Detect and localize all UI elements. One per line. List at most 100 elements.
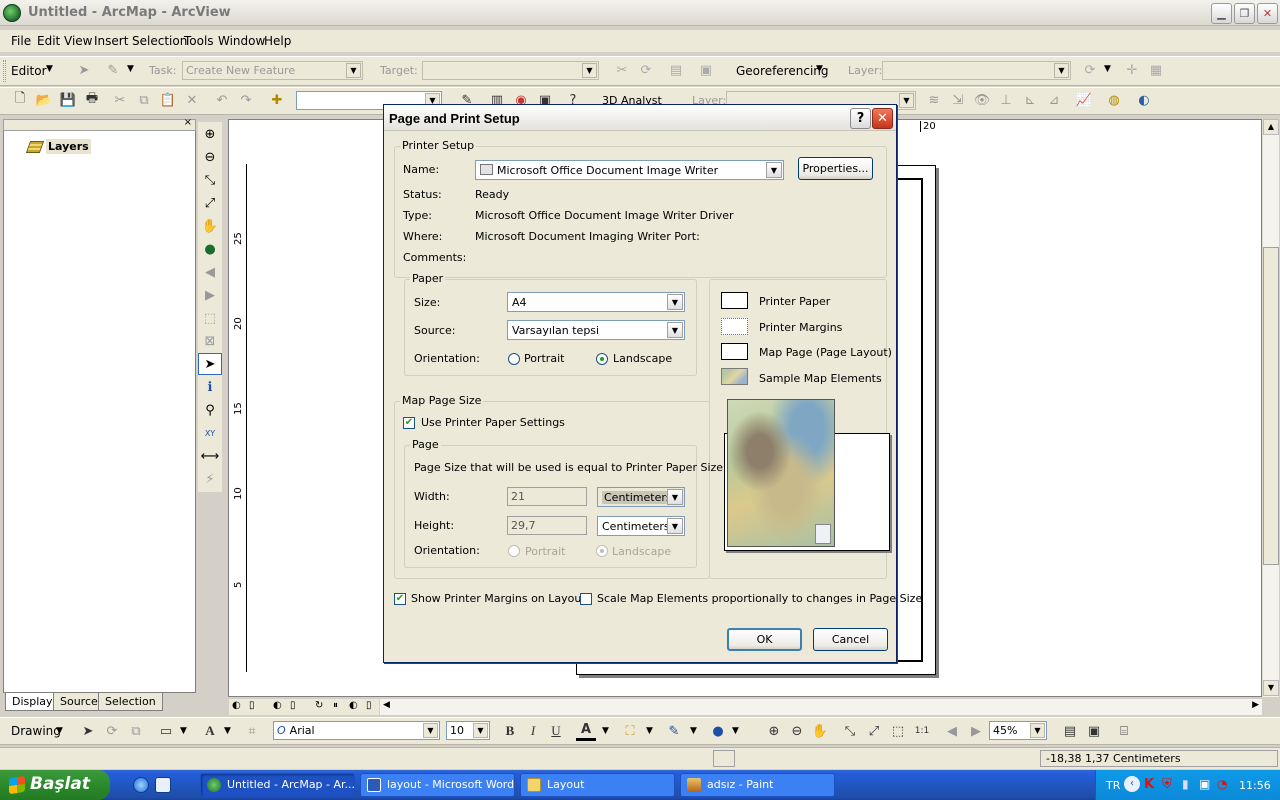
select-elements-arrow-icon[interactable]: ➤ — [198, 353, 222, 375]
portrait-label[interactable]: Portrait — [524, 352, 564, 365]
contour-icon[interactable]: ≋ — [924, 90, 944, 110]
printer-name-dropdown-icon[interactable]: ▼ — [766, 162, 782, 178]
zoom-out-icon[interactable]: ⊖ — [198, 146, 222, 168]
height-input[interactable]: 29,7 — [507, 516, 587, 535]
landscape-radio[interactable] — [596, 353, 608, 365]
show-margins-checkbox[interactable]: ✔ — [394, 593, 406, 605]
toc-close-icon[interactable]: × — [184, 117, 192, 128]
zoom-to-selected-icon[interactable]: ⧉ — [126, 721, 146, 741]
interpolate-point-icon[interactable]: ⊥ — [996, 90, 1016, 110]
rectangle-dropdown-icon[interactable]: ▼ — [180, 726, 187, 736]
sketch-tool-icon[interactable]: ✎ — [103, 60, 123, 80]
menu-window[interactable]: Window — [218, 34, 265, 48]
scroll-up-icon[interactable]: ▲ — [1263, 119, 1279, 135]
interpolate-polygon-icon[interactable]: ⊿ — [1044, 90, 1064, 110]
scale-elements-checkbox[interactable] — [580, 593, 592, 605]
arcglobe-icon[interactable]: ◐ — [1134, 90, 1154, 110]
fill-color-dropdown-icon[interactable]: ▼ — [646, 726, 653, 736]
page-landscape-radio[interactable] — [596, 545, 608, 557]
pause-drawing-icon[interactable]: ⏸ — [333, 700, 338, 711]
width-input[interactable]: 21 — [507, 487, 587, 506]
fixed-zoom-out-tool-icon[interactable]: ⤢ — [864, 721, 884, 741]
next-extent-icon[interactable]: ▶ — [966, 721, 986, 741]
menu-help[interactable]: Help — [264, 34, 291, 48]
menu-edit[interactable]: Edit — [37, 34, 60, 48]
menu-insert[interactable]: Insert — [94, 34, 128, 48]
layout-zoom-dropdown-icon[interactable]: ▼ — [1030, 723, 1045, 738]
scale-elements-label[interactable]: Scale Map Elements proportionally to cha… — [597, 592, 922, 605]
marker-color-icon[interactable]: ● — [708, 721, 728, 741]
height-units-combo[interactable]: Centimeters ▼ — [597, 516, 685, 536]
previous-extent-icon[interactable]: ◀ — [942, 721, 962, 741]
fill-color-icon[interactable]: ⛶ — [620, 721, 640, 741]
profile-graph-icon[interactable]: 📈 — [1074, 90, 1094, 110]
bold-icon[interactable]: B — [500, 721, 520, 741]
use-printer-settings-label[interactable]: Use Printer Paper Settings — [421, 416, 565, 429]
font-size-combo[interactable]: 10 ▼ — [446, 721, 490, 740]
change-layout-icon[interactable]: ⌸ — [1114, 721, 1134, 741]
interpolate-line-icon[interactable]: ⊾ — [1020, 90, 1040, 110]
underline-icon[interactable]: U — [546, 721, 566, 741]
page-toggle-icon[interactable]: ▯ — [366, 700, 372, 711]
landscape-label[interactable]: Landscape — [613, 352, 672, 365]
clear-selection-icon[interactable]: ⊠ — [198, 330, 222, 352]
text-tool-icon[interactable]: A — [200, 721, 220, 741]
data-view-icon[interactable]: ◐ — [232, 700, 241, 711]
open-folder-icon[interactable]: 📂 — [34, 90, 54, 110]
add-data-icon[interactable]: ✚ — [267, 90, 287, 110]
drawing-menu[interactable]: Drawing — [11, 724, 61, 738]
fixed-zoom-out-icon[interactable]: ⤢ — [198, 192, 222, 214]
font-color-icon[interactable]: A — [576, 721, 596, 741]
menu-selection[interactable]: Selection — [132, 34, 187, 48]
toc-layers-root[interactable]: Layers — [46, 139, 91, 154]
italic-icon[interactable]: I — [523, 721, 543, 741]
georef-layer-dropdown-icon[interactable]: ▼ — [1054, 63, 1069, 78]
portrait-radio[interactable] — [508, 353, 520, 365]
refresh-icon[interactable]: ↻ — [315, 700, 323, 711]
zoom-whole-page-tool-icon[interactable]: ⤡ — [840, 721, 860, 741]
dialog-close-button[interactable]: ✕ — [872, 108, 893, 129]
font-size-dropdown-icon[interactable]: ▼ — [473, 723, 488, 738]
pan-hand-icon[interactable]: ✋ — [198, 215, 222, 237]
maximize-button[interactable]: ❐ — [1234, 3, 1255, 24]
network-icon[interactable]: ▣ — [1199, 777, 1210, 791]
task-dropdown-icon[interactable]: ▼ — [346, 63, 361, 78]
rectangle-tool-icon[interactable]: ▭ — [156, 721, 176, 741]
go-to-xy-icon[interactable]: XY — [198, 422, 222, 444]
split-tool-icon[interactable]: ✂ — [612, 60, 632, 80]
redo-icon[interactable]: ↷ — [236, 90, 256, 110]
tray-expand-icon[interactable]: ‹ — [1124, 776, 1140, 792]
editor-dropdown-icon[interactable]: ▼ — [46, 64, 53, 74]
wireless-icon[interactable]: ◔ — [1217, 777, 1227, 791]
page-portrait-radio[interactable] — [508, 545, 520, 557]
zoom-whole-page-icon[interactable]: ◐ — [273, 700, 282, 711]
show-margins-label[interactable]: Show Printer Margins on Layout — [411, 592, 586, 605]
scroll-right-icon[interactable]: ▶ — [1252, 700, 1259, 710]
line-of-sight-icon[interactable]: 👁 — [972, 90, 992, 110]
back-arrow-icon[interactable]: ◀ — [198, 261, 222, 283]
text-tool-dropdown-icon[interactable]: ▼ — [224, 726, 231, 736]
task-layout-folder[interactable]: Layout — [520, 773, 675, 797]
horizontal-scrollbar[interactable]: ◀ ▶ — [380, 699, 1262, 715]
vertical-scroll-thumb[interactable] — [1263, 247, 1279, 565]
start-button[interactable]: Başlat — [0, 770, 110, 800]
scroll-left-icon[interactable]: ◀ — [383, 700, 390, 710]
arcscene-icon[interactable]: ◍ — [1104, 90, 1124, 110]
tab-display[interactable]: Display — [5, 693, 60, 711]
kaspersky-icon[interactable]: K — [1144, 777, 1154, 792]
menu-view[interactable]: View — [64, 34, 92, 48]
line-color-dropdown-icon[interactable]: ▼ — [690, 726, 697, 736]
target-dropdown-icon[interactable]: ▼ — [582, 63, 597, 78]
ok-button[interactable]: OK — [727, 628, 802, 651]
cancel-button[interactable]: Cancel — [813, 628, 888, 651]
layout-view-icon[interactable]: ▯ — [249, 700, 255, 711]
task-arcmap[interactable]: Untitled - ArcMap - Ar... — [200, 773, 355, 797]
edit-vertices-icon[interactable]: ⌗ — [242, 721, 262, 741]
menu-file[interactable]: File — [11, 34, 31, 48]
focus-data-frame-icon[interactable]: ▣ — [1084, 721, 1104, 741]
add-control-points-icon[interactable]: ✛ — [1122, 60, 1142, 80]
use-printer-settings-checkbox[interactable]: ✔ — [403, 417, 415, 429]
copy-icon[interactable]: ⧉ — [134, 90, 154, 110]
view-toggle-icon[interactable]: ◐ — [349, 700, 358, 711]
zoom-100-icon[interactable]: ▯ — [290, 700, 296, 711]
